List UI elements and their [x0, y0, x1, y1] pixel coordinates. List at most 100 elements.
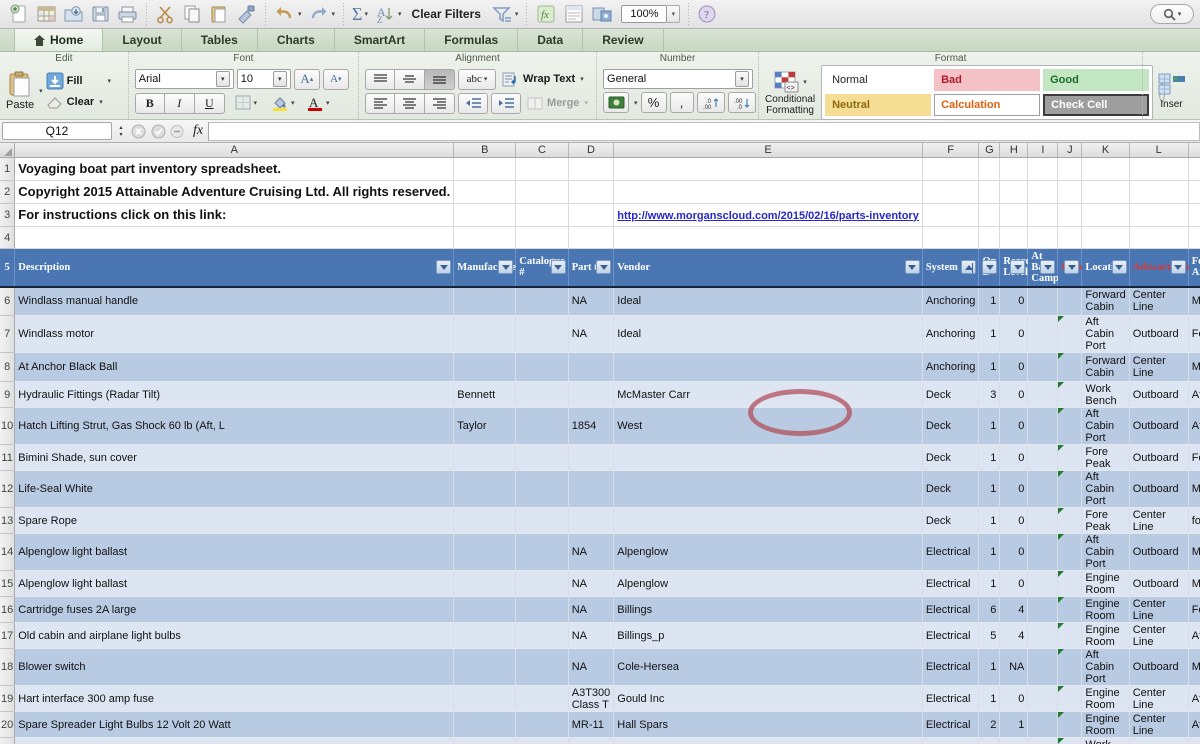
cell[interactable] [1027, 711, 1059, 738]
cell[interactable] [1057, 507, 1083, 534]
formula-builder-button[interactable] [168, 121, 188, 141]
cell[interactable]: Aft [1188, 407, 1200, 445]
cell[interactable]: Work Bench [1081, 381, 1130, 408]
function-icon[interactable]: fx [188, 121, 208, 141]
column-header-row[interactable]: ABCDEFGHIJKLMNO [0, 143, 1200, 158]
column-header-G[interactable]: G [978, 143, 1001, 158]
table-row[interactable]: 8 At Anchor Black Ball Anchoring 1 0 Forward … [0, 352, 1200, 382]
cell[interactable] [1129, 180, 1189, 204]
cell[interactable] [453, 180, 517, 204]
cell[interactable] [1057, 407, 1083, 445]
comma-button[interactable]: , [669, 92, 694, 113]
cell[interactable]: Blower switch [14, 648, 455, 686]
cell[interactable]: Ideal [613, 286, 923, 316]
filter-button[interactable]: ▾ [488, 1, 522, 27]
clear-button[interactable]: Clear ▾ [46, 93, 111, 111]
cell[interactable] [1027, 533, 1059, 571]
cell[interactable] [453, 737, 517, 744]
cell[interactable] [1057, 533, 1083, 571]
cell[interactable]: Center Line [1129, 286, 1189, 316]
number-format-caret-icon[interactable]: ▾ [735, 71, 750, 87]
cell[interactable] [1027, 180, 1059, 204]
row-header[interactable]: 5 [0, 248, 16, 288]
cell[interactable] [1129, 226, 1189, 249]
cell[interactable]: Aft Cabin Port [1081, 648, 1130, 686]
cut-icon[interactable] [152, 1, 179, 27]
cell[interactable] [515, 737, 569, 744]
cell[interactable] [515, 711, 569, 738]
cell[interactable] [453, 533, 517, 571]
cell[interactable] [453, 226, 517, 249]
cell[interactable] [1057, 711, 1083, 738]
tab-charts[interactable]: Charts [258, 29, 335, 51]
cell[interactable]: Engine Room [1081, 711, 1130, 738]
table-row[interactable]: 9 Hydraulic Fittings (Radar Tilt) Bennett M… [0, 381, 1200, 408]
cell[interactable]: 6 [978, 596, 1001, 623]
column-filter-header-at-base-camp[interactable]: At Base Camp [1027, 248, 1059, 288]
decrease-decimal-button[interactable]: .00.0 [727, 92, 756, 113]
cell[interactable] [613, 507, 923, 534]
cell[interactable]: 5 [978, 622, 1001, 649]
cell[interactable] [1188, 226, 1200, 249]
table-row[interactable]: 18 Blower switch NA Cole-Hersea Electrical 1 N… [0, 648, 1200, 686]
cell[interactable] [1057, 203, 1083, 227]
cell[interactable] [613, 157, 923, 181]
cell[interactable] [1027, 203, 1059, 227]
row-header[interactable]: 10 [0, 407, 16, 445]
cell[interactable] [1027, 286, 1059, 316]
table-row[interactable]: 17 Old cabin and airplane light bulbs NA Bi… [0, 622, 1200, 649]
cell[interactable] [453, 315, 517, 353]
cell[interactable]: 0 [999, 533, 1029, 571]
cell[interactable]: Center Line [1129, 352, 1189, 382]
table-row[interactable]: 11 Bimini Shade, sun cover Deck 1 0 Fore Peak… [0, 444, 1200, 471]
column-header-D[interactable]: D [568, 143, 615, 158]
cell[interactable]: 0 [999, 381, 1029, 408]
cell[interactable]: Forward [1188, 596, 1200, 623]
cell[interactable]: 0 [999, 470, 1029, 508]
filter-dropdown-icon[interactable] [436, 260, 452, 275]
media-browser-icon[interactable] [588, 1, 616, 27]
cell[interactable] [1027, 685, 1059, 712]
cell[interactable]: Forward Cabin [1081, 352, 1130, 382]
instructions-link[interactable]: http://www.morganscloud.com/2015/02/16/p… [617, 210, 919, 222]
row-header[interactable]: 17 [0, 622, 16, 649]
cell[interactable]: Middle [1188, 648, 1200, 686]
column-header-B[interactable]: B [453, 143, 517, 158]
cell[interactable] [978, 203, 1001, 227]
cell[interactable] [978, 226, 1001, 249]
cell[interactable]: Electrical [922, 685, 980, 712]
cell[interactable] [1057, 648, 1083, 686]
orientation-button[interactable]: abc ▾ [458, 68, 497, 90]
cell[interactable] [1129, 157, 1189, 181]
cell[interactable]: For instructions click on this link: [14, 203, 455, 227]
table-row[interactable]: 21Lightbulbs--rough duty NAHardwareElectr… [0, 737, 1200, 744]
row-header[interactable]: 2 [0, 180, 16, 204]
cell[interactable]: Electrical [922, 737, 980, 744]
cell[interactable]: Hydraulic Fittings (Radar Tilt) [14, 381, 455, 408]
filter-dropdown-icon[interactable] [498, 260, 514, 275]
cell[interactable]: Deck [922, 470, 980, 508]
cell[interactable]: Middle [1188, 286, 1200, 316]
cell[interactable]: Work bench [1081, 737, 1130, 744]
cell[interactable]: Alpenglow [613, 533, 923, 571]
cell[interactable]: NA [568, 286, 615, 316]
cell[interactable]: Spare Spreader Light Bulbs 12 Volt 20 Wa… [14, 711, 455, 738]
search-caret-icon[interactable]: ▾ [1178, 10, 1182, 18]
currency-caret-icon[interactable]: ▾ [634, 99, 638, 107]
show-formula-icon[interactable]: fx [532, 1, 560, 27]
cell[interactable]: 3 [978, 381, 1001, 408]
cell[interactable]: Fore Peak [1081, 507, 1130, 534]
cell[interactable]: NA [568, 570, 615, 597]
cell[interactable] [568, 381, 615, 408]
cell[interactable] [515, 381, 569, 408]
cell[interactable]: McMaster Carr [613, 381, 923, 408]
paste-caret-icon[interactable]: ▾ [39, 87, 43, 95]
cell[interactable] [978, 157, 1001, 181]
tab-home[interactable]: Home [14, 29, 104, 51]
cell[interactable] [568, 180, 615, 204]
cell[interactable]: Cole-Hersea [613, 648, 923, 686]
cell[interactable] [453, 444, 517, 471]
increase-decimal-button[interactable]: .0.00 [696, 92, 725, 113]
cell[interactable]: 2 [978, 711, 1001, 738]
cell[interactable]: NA [568, 648, 615, 686]
